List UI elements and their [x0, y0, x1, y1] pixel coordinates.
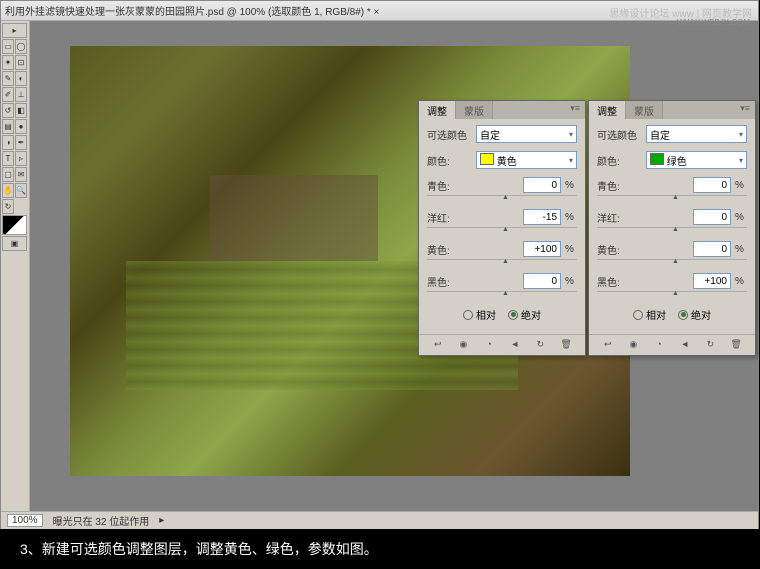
- radio-absolute[interactable]: 绝对: [678, 307, 711, 322]
- black-label: 黑色:: [597, 274, 627, 289]
- delete-icon[interactable]: 🗑: [559, 339, 573, 351]
- quickmask-tool[interactable]: ▣: [2, 236, 27, 251]
- clip-icon[interactable]: ◔: [652, 339, 666, 351]
- radio-absolute[interactable]: 绝对: [508, 307, 541, 322]
- view-icon[interactable]: ◉: [626, 339, 640, 351]
- dodge-tool[interactable]: ◑: [2, 135, 14, 150]
- panel-menu-icon[interactable]: ▾≡: [565, 101, 585, 119]
- tools-panel: ▸ ▭ ◯ ✦ ⊡ ✎ ◐ ✐ ⊥ ↺ ◧ ▤ ● ◑ ✒ T ▹ ▢ ✉ ✋ …: [1, 21, 30, 511]
- lasso-tool[interactable]: ◯: [15, 39, 27, 54]
- history-tool[interactable]: ↺: [2, 103, 14, 118]
- zoom-tool[interactable]: 🔍: [15, 183, 27, 198]
- color-swatches[interactable]: [2, 215, 27, 235]
- cyan-label: 青色:: [597, 178, 627, 193]
- color-label: 颜色:: [427, 153, 472, 168]
- back-icon[interactable]: ↩: [601, 339, 615, 351]
- panel-menu-icon[interactable]: ▾≡: [735, 101, 755, 119]
- notes-tool[interactable]: ✉: [15, 167, 27, 182]
- method-label: 可选颜色: [427, 127, 472, 142]
- cyan-slider[interactable]: [427, 195, 577, 203]
- crop-tool[interactable]: ⊡: [15, 55, 27, 70]
- color-label: 颜色:: [597, 153, 642, 168]
- prev-icon[interactable]: ◄: [678, 339, 692, 351]
- watermark-url: WWW.WEBJX.COM: [677, 18, 750, 27]
- yellow-label: 黄色:: [427, 242, 457, 257]
- caption-text: 3、新建可选颜色调整图层，调整黄色、绿色，参数如图。: [0, 529, 760, 569]
- magenta-input[interactable]: [523, 209, 561, 225]
- statusbar: 100% 曝光只在 32 位起作用 ▸: [1, 511, 758, 529]
- heal-tool[interactable]: ◐: [15, 71, 27, 86]
- gradient-tool[interactable]: ▤: [2, 119, 14, 134]
- view-icon[interactable]: ◉: [456, 339, 470, 351]
- shape-tool[interactable]: ▢: [2, 167, 14, 182]
- type-tool[interactable]: T: [2, 151, 14, 166]
- magenta-slider[interactable]: [427, 227, 577, 235]
- marquee-tool[interactable]: ▭: [2, 39, 14, 54]
- eraser-tool[interactable]: ◧: [15, 103, 27, 118]
- blur-tool[interactable]: ●: [15, 119, 27, 134]
- yellow-slider[interactable]: [597, 259, 747, 267]
- yellow-input[interactable]: [523, 241, 561, 257]
- yellow-label: 黄色:: [597, 242, 627, 257]
- yellow-slider[interactable]: [427, 259, 577, 267]
- method-select[interactable]: 自定▾: [646, 125, 747, 143]
- method-label: 可选颜色: [597, 127, 642, 142]
- reset-icon[interactable]: ↻: [533, 339, 547, 351]
- pen-tool[interactable]: ✒: [15, 135, 27, 150]
- magenta-slider[interactable]: [597, 227, 747, 235]
- cyan-label: 青色:: [427, 178, 457, 193]
- rotate-tool[interactable]: ↻: [2, 199, 14, 214]
- magenta-label: 洋红:: [597, 210, 627, 225]
- zoom-level[interactable]: 100%: [7, 514, 43, 527]
- tab-masks[interactable]: 蒙版: [626, 101, 663, 119]
- status-info: 曝光只在 32 位起作用: [53, 513, 150, 528]
- radio-relative[interactable]: 相对: [633, 307, 666, 322]
- color-select[interactable]: 黄色▾: [476, 151, 577, 169]
- cyan-input[interactable]: [693, 177, 731, 193]
- hand-tool[interactable]: ✋: [2, 183, 14, 198]
- adjustments-panel-2: 调整 蒙版 ▾≡ 可选颜色 自定▾ 颜色: 绿色▾ 青色:: [588, 100, 756, 356]
- adjustments-panel-1: 调整 蒙版 ▾≡ 可选颜色 自定▾ 颜色: 黄色▾ 青色:: [418, 100, 586, 356]
- stamp-tool[interactable]: ⊥: [15, 87, 27, 102]
- reset-icon[interactable]: ↻: [703, 339, 717, 351]
- cyan-slider[interactable]: [597, 195, 747, 203]
- clip-icon[interactable]: ◔: [482, 339, 496, 351]
- black-input[interactable]: [523, 273, 561, 289]
- status-dropdown-icon[interactable]: ▸: [159, 515, 164, 526]
- radio-relative[interactable]: 相对: [463, 307, 496, 322]
- path-tool[interactable]: ▹: [15, 151, 27, 166]
- prev-icon[interactable]: ◄: [508, 339, 522, 351]
- cyan-input[interactable]: [523, 177, 561, 193]
- eyedropper-tool[interactable]: ✎: [2, 71, 14, 86]
- method-select[interactable]: 自定▾: [476, 125, 577, 143]
- tab-adjustments[interactable]: 调整: [589, 101, 626, 119]
- delete-icon[interactable]: 🗑: [729, 339, 743, 351]
- black-input[interactable]: [693, 273, 731, 289]
- magenta-input[interactable]: [693, 209, 731, 225]
- yellow-input[interactable]: [693, 241, 731, 257]
- black-slider[interactable]: [427, 291, 577, 299]
- color-select[interactable]: 绿色▾: [646, 151, 747, 169]
- black-slider[interactable]: [597, 291, 747, 299]
- back-icon[interactable]: ↩: [431, 339, 445, 351]
- move-tool[interactable]: ▸: [2, 23, 27, 38]
- magenta-label: 洋红:: [427, 210, 457, 225]
- tab-masks[interactable]: 蒙版: [456, 101, 493, 119]
- wand-tool[interactable]: ✦: [2, 55, 14, 70]
- tab-adjustments[interactable]: 调整: [419, 101, 456, 119]
- black-label: 黑色:: [427, 274, 457, 289]
- brush-tool[interactable]: ✐: [2, 87, 14, 102]
